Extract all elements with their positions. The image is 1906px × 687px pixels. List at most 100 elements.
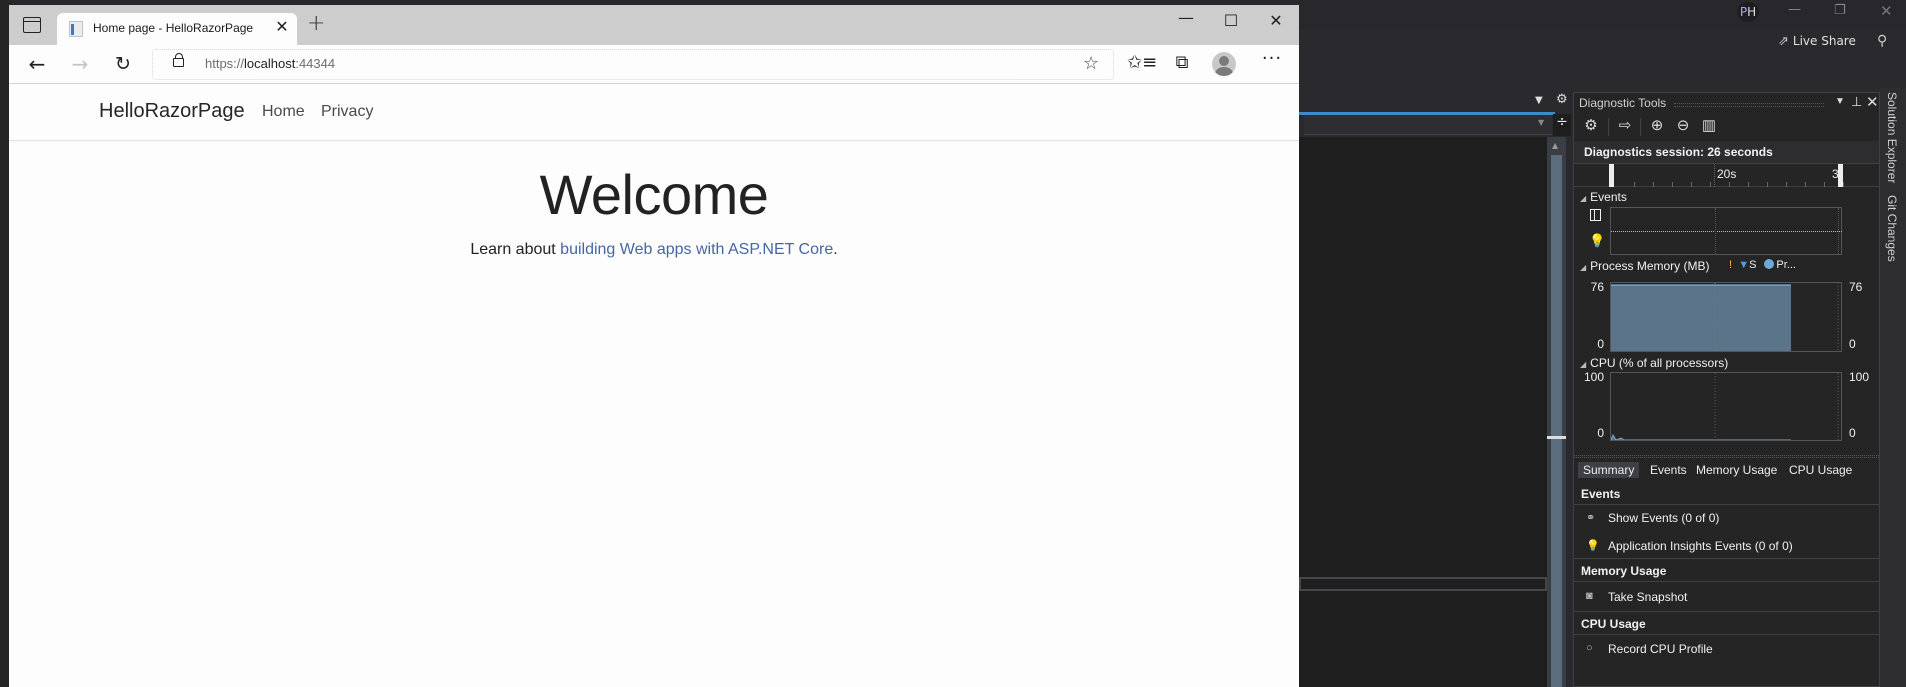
feedback-icon[interactable]: ⚲ (1877, 33, 1887, 49)
close-window-button[interactable]: ✕ (1256, 11, 1296, 30)
tab-events[interactable]: Events (1645, 462, 1692, 478)
site-navbar: HelloRazorPage Home Privacy (9, 84, 1299, 141)
cpu-usage-line (1611, 433, 1791, 440)
nav-link-home[interactable]: Home (262, 103, 305, 121)
collapse-triangle-icon: ◢ (1580, 360, 1587, 369)
take-snapshot-button[interactable]: ◙ Take Snapshot (1574, 586, 1879, 612)
collapse-triangle-icon: ◢ (1580, 194, 1587, 203)
forward-button[interactable]: → (66, 51, 94, 79)
ruler-tick (1672, 182, 1673, 187)
private-bytes-legend-icon (1764, 259, 1775, 269)
solution-explorer-tab[interactable]: Solution Explorer (1885, 92, 1899, 183)
editor-navigation-dropdown[interactable]: ▼ (1304, 115, 1552, 135)
cpu-axis-min-left: 0 (1597, 426, 1604, 440)
favorites-icon[interactable]: ✩≡ (1127, 52, 1157, 73)
toolbar-separator (1640, 118, 1641, 136)
memory-axis-min-right: 0 (1849, 337, 1856, 351)
memory-section-title[interactable]: ◢ Process Memory (MB) (1580, 259, 1710, 273)
timeline-range-start-handle[interactable] (1609, 164, 1614, 187)
git-changes-tab[interactable]: Git Changes (1885, 195, 1899, 262)
ruler-tick (1653, 182, 1654, 187)
memory-chart[interactable] (1610, 282, 1842, 352)
live-share-button[interactable]: ⇗ Live Share (1778, 34, 1856, 49)
lightbulb-icon: 💡 (1586, 540, 1600, 552)
memory-legend: ! ▼S Pr... (1729, 259, 1796, 271)
learn-suffix: . (833, 241, 838, 258)
ruler-tick (1691, 182, 1692, 187)
collections-icon[interactable]: ⧉ (1169, 52, 1195, 73)
section-title-label: Events (1590, 190, 1627, 204)
gc-legend-icon: ! (1729, 259, 1733, 271)
ruler-gridline (1714, 164, 1715, 187)
item-label: Show Events (0 of 0) (1608, 511, 1720, 525)
app-insights-events-link[interactable]: 💡 Application Insights Events (0 of 0) (1574, 535, 1879, 559)
scrollbar-thumb[interactable] (1551, 155, 1562, 687)
lock-icon[interactable] (173, 53, 184, 67)
aspnet-docs-link[interactable]: building Web apps with ASP.NET Core (560, 241, 833, 258)
page-title: Welcome (539, 163, 769, 226)
tab-memory-usage[interactable]: Memory Usage (1691, 462, 1782, 478)
zoom-out-icon[interactable]: ⊖ (1673, 116, 1693, 134)
vs-account-avatar[interactable]: PH (1737, 2, 1759, 22)
reset-view-chart-icon[interactable]: ▥ (1699, 116, 1719, 134)
scroll-up-icon[interactable]: ▲ (1552, 141, 1558, 150)
tab-summary[interactable]: Summary (1578, 462, 1640, 478)
profile-avatar-icon[interactable] (1212, 52, 1236, 76)
maximize-button[interactable]: ☐ (1211, 11, 1251, 30)
summary-events-header: Events (1574, 483, 1879, 505)
more-options-icon[interactable]: ··· (1259, 48, 1285, 69)
edge-browser-window: Home page - HelloRazorPage ✕ + — ☐ ✕ ← →… (9, 5, 1299, 687)
reload-button[interactable]: ↻ (109, 51, 137, 79)
gear-icon[interactable]: ⚙ (1556, 92, 1568, 107)
ruler-tick (1786, 182, 1787, 187)
ruler-tick (1843, 182, 1844, 187)
cpu-axis-max-left: 100 (1583, 370, 1604, 384)
close-tab-icon[interactable]: ✕ (273, 17, 291, 36)
side-tool-tabs: Solution Explorer Git Changes (1880, 88, 1906, 687)
cpu-chart[interactable] (1610, 372, 1842, 441)
panel-drag-handle[interactable] (1674, 103, 1824, 107)
window-dropdown-icon[interactable]: ▼ (1535, 95, 1543, 106)
settings-gear-icon[interactable]: ⚙ (1581, 116, 1601, 134)
ruler-tick (1824, 182, 1825, 187)
zoom-in-icon[interactable]: ⊕ (1647, 116, 1667, 134)
page-favicon-icon (69, 21, 83, 37)
vs-close-button[interactable]: ✕ (1880, 2, 1893, 20)
tab-cpu-usage[interactable]: CPU Usage (1784, 462, 1857, 478)
ruler-tick (1729, 182, 1730, 187)
minimize-button[interactable]: — (1166, 8, 1206, 27)
cpu-section-title[interactable]: ◢ CPU (% of all processors) (1580, 356, 1728, 370)
panel-menu-icon[interactable]: ▼ (1835, 96, 1845, 107)
browser-tab-active[interactable]: Home page - HelloRazorPage ✕ (57, 13, 297, 45)
split-window-icon[interactable]: ÷ (1553, 114, 1571, 136)
events-section-title[interactable]: ◢ Events (1580, 190, 1627, 204)
record-cpu-profile-button[interactable]: ○ Record CPU Profile (1574, 638, 1879, 660)
url-text[interactable]: https://localhost:44344 (205, 56, 335, 71)
url-host: localhost (244, 56, 296, 71)
timeline-ruler[interactable]: 20s 3 (1574, 163, 1879, 187)
scrollbar-caret-marker (1547, 436, 1566, 439)
splitter[interactable] (1574, 455, 1879, 458)
back-button[interactable]: ← (23, 51, 51, 79)
nav-link-privacy[interactable]: Privacy (321, 103, 373, 121)
url-port: :44344 (295, 56, 336, 71)
tab-actions-icon[interactable] (23, 17, 41, 33)
diagnostic-toolbar: ⚙ ⇨ ⊕ ⊖ ▥ (1574, 114, 1879, 140)
site-brand-link[interactable]: HelloRazorPage (99, 100, 245, 123)
editor-vertical-scrollbar[interactable]: ▲ (1547, 137, 1566, 687)
pin-icon[interactable]: ⊥ (1851, 94, 1862, 110)
vs-minimize-button[interactable]: — (1788, 2, 1801, 17)
export-icon[interactable]: ⇨ (1615, 116, 1635, 134)
new-tab-button[interactable]: + (307, 11, 325, 36)
add-favorite-icon[interactable]: ☆ (1083, 53, 1099, 74)
address-bar[interactable]: https://localhost:44344 ☆ (152, 49, 1114, 80)
vs-restore-button[interactable]: ❐ (1834, 3, 1846, 18)
show-events-link[interactable]: ⚭ Show Events (0 of 0) (1574, 507, 1879, 529)
learn-prefix: Learn about (470, 241, 561, 258)
editor-body[interactable] (1299, 137, 1547, 687)
section-title-label: CPU (% of all processors) (1590, 356, 1729, 370)
events-track[interactable] (1610, 207, 1842, 255)
session-bar: Diagnostics session: 26 seconds (1574, 141, 1879, 163)
close-panel-icon[interactable]: ✕ (1866, 93, 1879, 111)
cpu-axis-max-right: 100 (1849, 370, 1870, 384)
